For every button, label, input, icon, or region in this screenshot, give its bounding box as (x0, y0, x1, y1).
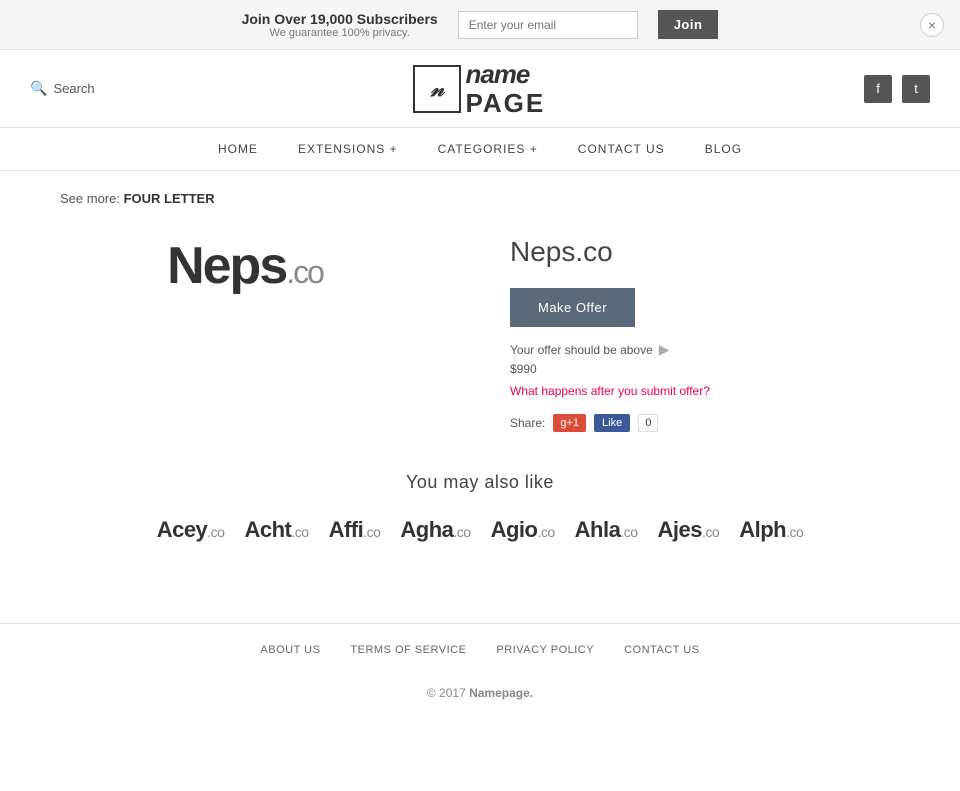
list-item[interactable]: Acey.co (157, 517, 225, 543)
email-input[interactable] (458, 11, 638, 39)
offer-hint: Your offer should be above ▶ (510, 341, 920, 358)
logo-page: PAGE (465, 89, 545, 118)
nav-contact[interactable]: CONTACT US (578, 142, 665, 156)
domain-area: Neps.co Neps.co Make Offer Your offer sh… (40, 236, 920, 432)
nav-home[interactable]: HOME (218, 142, 258, 156)
also-item-tld: .co (786, 524, 803, 540)
footer-link-contact[interactable]: CONTACT US (624, 644, 700, 656)
list-item[interactable]: Alph.co (739, 517, 803, 543)
search-trigger[interactable]: 🔍 Search (30, 80, 95, 97)
logo-icon-box: 𝓃 (413, 65, 461, 113)
domain-logo-area: Neps.co (40, 236, 450, 296)
also-like-title: You may also like (40, 472, 920, 493)
also-item-name: Acht (244, 517, 291, 542)
copy-prefix: © 2017 (427, 686, 466, 700)
offer-price: $990 (510, 362, 920, 376)
domain-name-display: Neps (167, 237, 286, 295)
make-offer-button[interactable]: Make Offer (510, 288, 635, 327)
domain-info: Neps.co Make Offer Your offer should be … (510, 236, 920, 432)
list-item[interactable]: Ahla.co (575, 517, 638, 543)
list-item[interactable]: Agio.co (491, 517, 555, 543)
banner-subtext: We guarantee 100% privacy. (242, 27, 438, 39)
also-like-section: You may also like Acey.co Acht.co Affi.c… (40, 472, 920, 543)
header-social: f t (864, 75, 930, 103)
footer-copyright: © 2017 Namepage. (0, 676, 960, 710)
also-item-tld: .co (207, 524, 224, 540)
list-item[interactable]: Affi.co (329, 517, 381, 543)
search-label: Search (53, 81, 94, 96)
nav-extensions[interactable]: EXTENSIONS + (298, 142, 398, 156)
share-row: Share: g+1 Like 0 (510, 414, 920, 432)
nav-categories[interactable]: CATEGORIES + (438, 142, 538, 156)
search-icon: 🔍 (30, 80, 47, 97)
also-item-tld: .co (453, 524, 470, 540)
also-item-tld: .co (702, 524, 719, 540)
breadcrumb-prefix: See more: (60, 191, 120, 206)
also-item-name: Ahla (575, 517, 621, 542)
logo[interactable]: 𝓃 name PAGE (413, 60, 545, 117)
also-item-name: Agha (400, 517, 453, 542)
logo-text-area: name PAGE (465, 60, 545, 117)
offer-info-link[interactable]: What happens after you submit offer? (510, 384, 920, 398)
banner-headline: Join Over 19,000 Subscribers (242, 11, 438, 27)
main-nav: HOME EXTENSIONS + CATEGORIES + CONTACT U… (0, 128, 960, 171)
domain-logo: Neps.co (167, 236, 323, 296)
logo-icon-char: 𝓃 (431, 76, 445, 102)
offer-hint-text: Your offer should be above (510, 343, 653, 357)
list-item[interactable]: Ajes.co (658, 517, 720, 543)
fb-like-label: Like (602, 417, 622, 429)
breadcrumb-link[interactable]: FOUR LETTER (124, 191, 215, 206)
nav-blog[interactable]: BLOG (705, 142, 742, 156)
footer-link-terms[interactable]: TERMS OF SERVICE (350, 644, 466, 656)
also-item-tld: .co (537, 524, 554, 540)
facebook-icon[interactable]: f (864, 75, 892, 103)
also-like-grid: Acey.co Acht.co Affi.co Agha.co Agio.co … (40, 517, 920, 543)
main-content: See more: FOUR LETTER Neps.co Neps.co Ma… (0, 171, 960, 583)
also-item-name: Affi (329, 517, 364, 542)
also-item-name: Agio (491, 517, 538, 542)
footer-links: ABOUT US TERMS OF SERVICE PRIVACY POLICY… (0, 623, 960, 676)
twitter-icon[interactable]: t (902, 75, 930, 103)
list-item[interactable]: Agha.co (400, 517, 470, 543)
domain-tld-display: .co (286, 254, 323, 290)
also-item-name: Ajes (658, 517, 702, 542)
share-label: Share: (510, 416, 545, 430)
list-item[interactable]: Acht.co (244, 517, 308, 543)
gplus-button[interactable]: g+1 (553, 414, 586, 432)
close-button[interactable]: × (920, 13, 944, 37)
also-item-tld: .co (291, 524, 308, 540)
footer-link-about[interactable]: ABOUT US (260, 644, 320, 656)
footer-link-privacy[interactable]: PRIVACY POLICY (496, 644, 594, 656)
copy-brand-link[interactable]: Namepage. (469, 686, 533, 700)
fb-count: 0 (638, 414, 658, 432)
also-item-tld: .co (363, 524, 380, 540)
offer-arrow-icon: ▶ (659, 341, 670, 358)
domain-title: Neps.co (510, 236, 920, 268)
breadcrumb: See more: FOUR LETTER (60, 191, 920, 206)
top-banner: Join Over 19,000 Subscribers We guarante… (0, 0, 960, 50)
also-item-name: Acey (157, 517, 208, 542)
facebook-like-button[interactable]: Like (594, 414, 630, 432)
also-item-tld: .co (620, 524, 637, 540)
join-button[interactable]: Join (658, 10, 719, 39)
logo-name: name (465, 60, 545, 89)
banner-text: Join Over 19,000 Subscribers We guarante… (242, 11, 438, 39)
also-item-name: Alph (739, 517, 786, 542)
header: 🔍 Search 𝓃 name PAGE f t (0, 50, 960, 128)
